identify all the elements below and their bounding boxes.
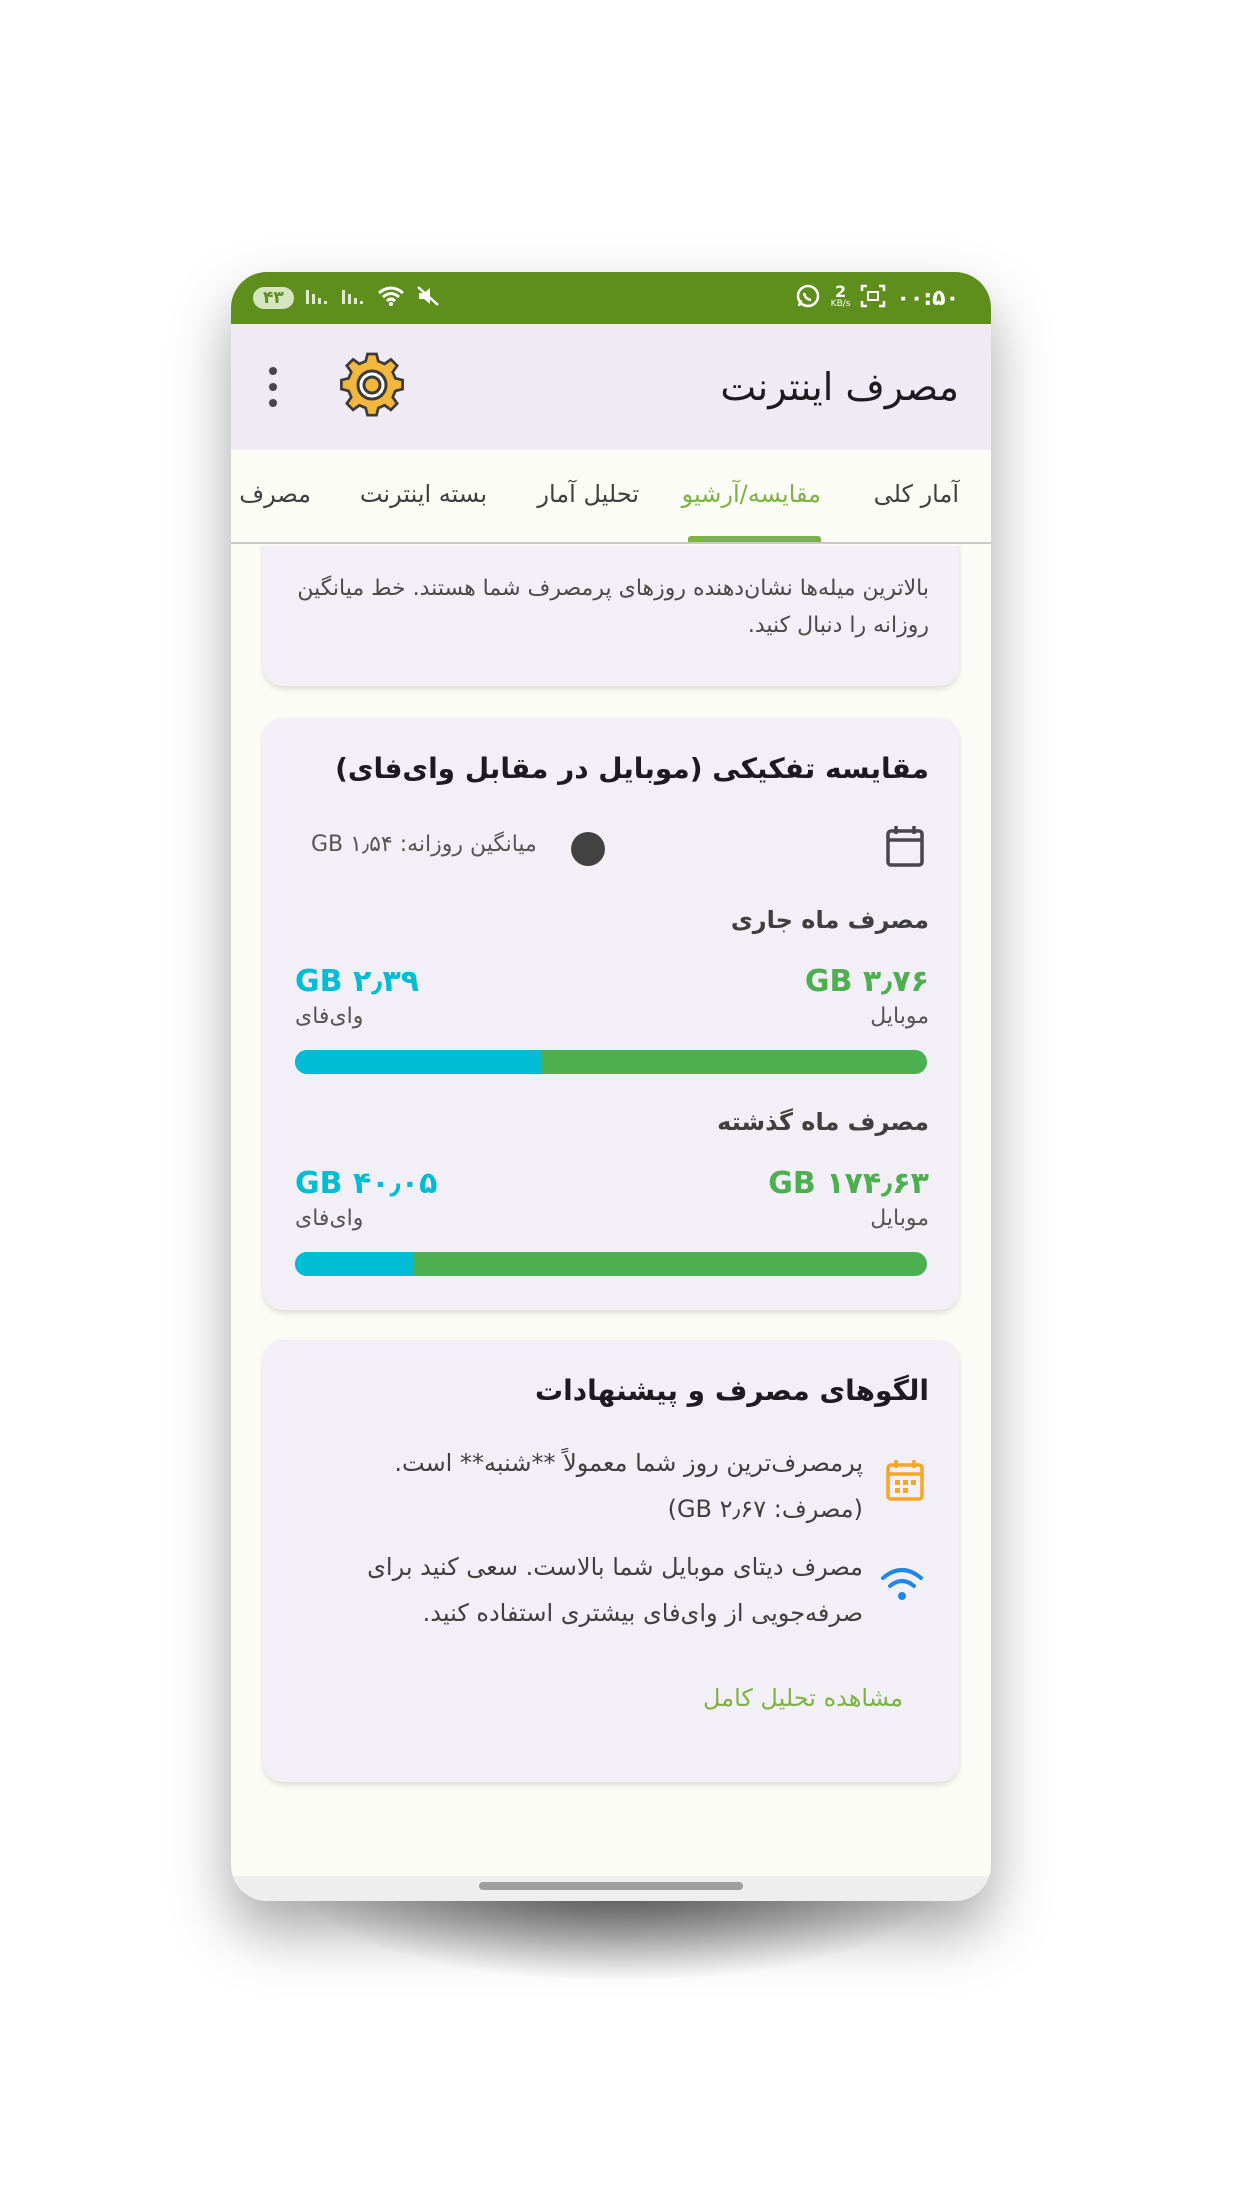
last-month-bar bbox=[295, 1252, 927, 1276]
signal-icon-2 bbox=[340, 286, 366, 311]
more-options-button[interactable] bbox=[263, 367, 283, 407]
last-wifi-bar-fill bbox=[295, 1252, 414, 1276]
clock: ۰۰:۵۰ bbox=[896, 285, 959, 311]
active-tab-indicator bbox=[688, 536, 821, 542]
status-bar: ۴۳ 2 KB/s ۰۰:۵۰ bbox=[231, 272, 991, 324]
screenshot-icon bbox=[860, 284, 886, 313]
last-wifi-label: وای‌فای bbox=[295, 1206, 364, 1231]
tab-comparison-archive[interactable]: مقایسه/آرشیو bbox=[682, 480, 821, 508]
chart-card: بالاترین میله‌ها نشان‌دهنده روزهای پرمصر… bbox=[263, 546, 959, 686]
app-bar: مصرف اینترنت bbox=[231, 324, 991, 450]
daily-average: میانگین روزانه: ۱٫۵۴ GB bbox=[311, 832, 537, 857]
calendar-icon[interactable] bbox=[885, 824, 925, 872]
battery-indicator: ۴۳ bbox=[253, 287, 294, 309]
phone-frame: ۴۳ 2 KB/s ۰۰:۵۰ مصرف اینترنت آمار کلی مق… bbox=[231, 272, 991, 1901]
whatsapp-icon bbox=[795, 283, 821, 314]
last-wifi-value: ۴۰٫۰۵ GB bbox=[295, 1166, 438, 1201]
last-mobile-value: ۱۷۴٫۶۳ GB bbox=[768, 1166, 929, 1201]
home-indicator[interactable] bbox=[479, 1882, 743, 1890]
signal-icon bbox=[304, 286, 330, 311]
average-dot-icon bbox=[571, 832, 605, 866]
pattern-item-2: مصرف دیتای موبایل شما بالاست. سعی کنید ب… bbox=[367, 1553, 863, 1627]
status-left: ۴۳ bbox=[253, 285, 440, 312]
comparison-title: مقایسه تفکیکی (موبایل در مقابل وای‌فای) bbox=[335, 752, 929, 785]
net-speed-value: 2 bbox=[835, 282, 847, 301]
patterns-card: الگوهای مصرف و پیشنهادات پرمصرف‌ترین روز… bbox=[263, 1340, 959, 1782]
app-title: مصرف اینترنت bbox=[720, 365, 959, 409]
tab-bar: آمار کلی مقایسه/آرشیو تحلیل آمار بسته ای… bbox=[231, 450, 991, 544]
last-month-title: مصرف ماه گذشته bbox=[717, 1108, 929, 1136]
tab-usage[interactable]: مصرف ب bbox=[231, 480, 311, 508]
status-right: 2 KB/s ۰۰:۵۰ bbox=[795, 283, 959, 314]
gear-icon bbox=[340, 352, 404, 417]
mute-icon bbox=[416, 285, 440, 312]
more-dot-icon bbox=[269, 383, 277, 391]
current-wifi-bar-fill bbox=[295, 1050, 541, 1074]
tab-internet-package[interactable]: بسته اینترنت bbox=[360, 480, 487, 508]
current-mobile-value: ۳٫۷۶ GB bbox=[804, 964, 929, 999]
tab-overview[interactable]: آمار کلی bbox=[874, 480, 959, 508]
settings-button[interactable] bbox=[339, 352, 405, 422]
view-full-analysis-link[interactable]: مشاهده تحلیل کامل bbox=[703, 1684, 903, 1712]
chart-note: بالاترین میله‌ها نشان‌دهنده روزهای پرمصر… bbox=[297, 576, 929, 638]
wifi-icon bbox=[879, 1564, 925, 1608]
net-speed: 2 KB/s bbox=[830, 282, 851, 310]
wifi-status-icon bbox=[376, 285, 406, 312]
app-bar-actions bbox=[263, 352, 405, 422]
more-dot-icon bbox=[269, 367, 277, 375]
calendar-icon bbox=[885, 1458, 925, 1506]
current-wifi-value: ۲٫۳۹ GB bbox=[295, 964, 420, 999]
patterns-title: الگوهای مصرف و پیشنهادات bbox=[534, 1374, 929, 1407]
pattern-item-1: پرمصرف‌ترین روز شما معمولاً **شنبه** است… bbox=[394, 1449, 863, 1523]
comparison-card: مقایسه تفکیکی (موبایل در مقابل وای‌فای) … bbox=[263, 718, 959, 1310]
content-scroll[interactable]: بالاترین میله‌ها نشان‌دهنده روزهای پرمصر… bbox=[231, 546, 991, 1876]
tab-analysis[interactable]: تحلیل آمار bbox=[537, 480, 639, 508]
last-mobile-label: موبایل bbox=[870, 1206, 929, 1231]
current-wifi-label: وای‌فای bbox=[295, 1004, 364, 1029]
current-mobile-label: موبایل bbox=[870, 1004, 929, 1029]
net-speed-unit: KB/s bbox=[830, 299, 851, 309]
current-month-title: مصرف ماه جاری bbox=[730, 906, 929, 934]
more-dot-icon bbox=[269, 399, 277, 407]
current-month-bar bbox=[295, 1050, 927, 1074]
